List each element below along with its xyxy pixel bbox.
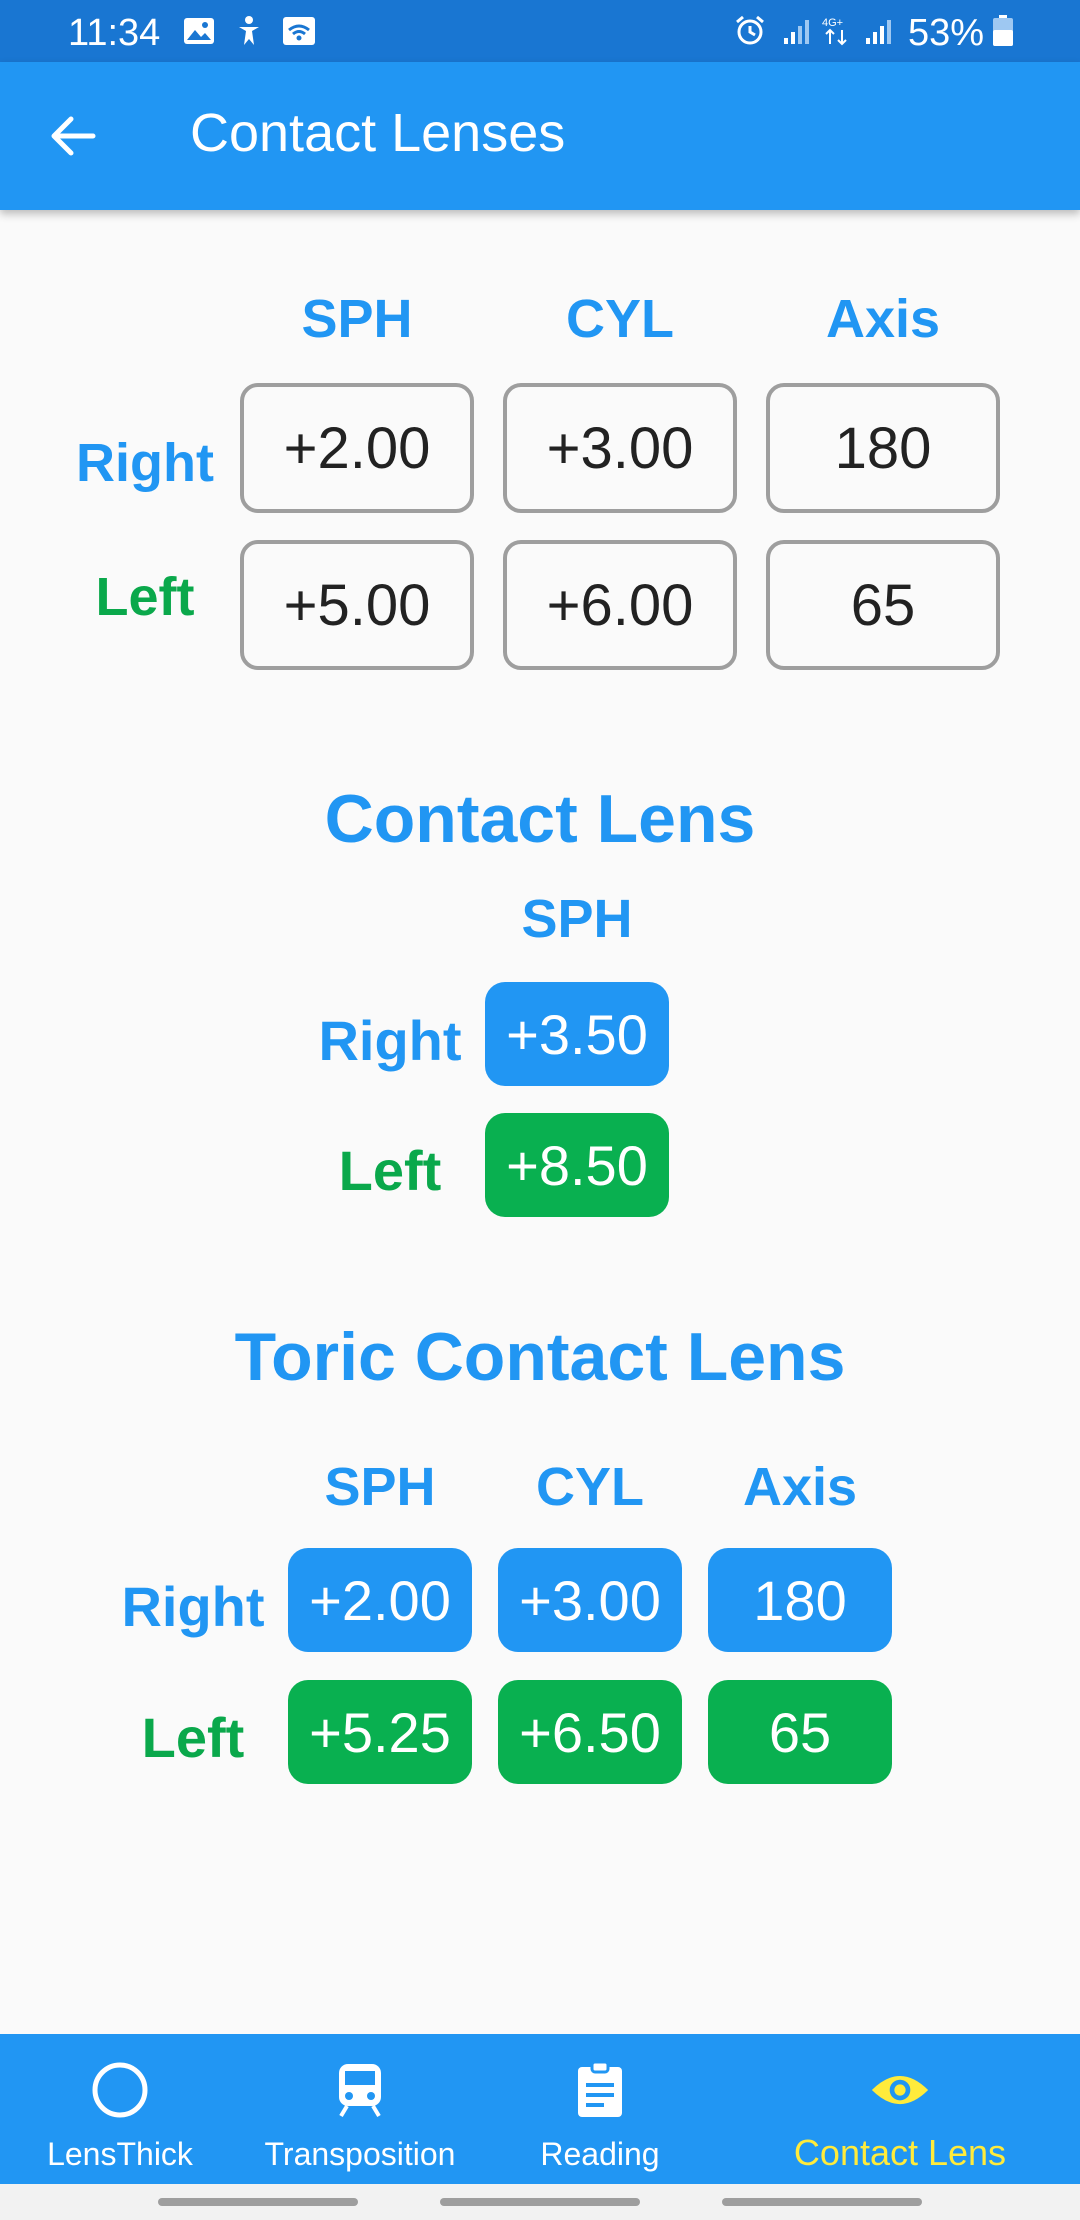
contact-lens-title: Contact Lens	[324, 781, 756, 857]
contact-lens-right-sph: +3.50	[485, 982, 669, 1086]
app-bar: Contact Lenses	[0, 62, 1080, 210]
toric-title: Toric Contact Lens	[234, 1319, 846, 1395]
signal-icon	[780, 14, 814, 48]
nav-item-contact-lens[interactable]: Contact Lens	[720, 2034, 1080, 2184]
battery-percent: 53%	[908, 12, 985, 54]
system-home-pill[interactable]	[440, 2198, 640, 2206]
wifi-hotspot-icon	[282, 14, 316, 48]
nav-item-lensthick[interactable]: LensThick	[0, 2034, 240, 2184]
left-cyl-input[interactable]: +6.00	[503, 540, 737, 670]
image-icon	[182, 14, 216, 48]
status-bar: 11:34 4G+ 53%	[0, 0, 1080, 62]
nav-label-transposition: Transposition	[264, 2136, 456, 2172]
battery-icon	[986, 14, 1020, 48]
input-header-sph: SPH	[301, 289, 413, 349]
toric-right-label: Right	[121, 1575, 265, 1638]
toric-right-axis: 180	[708, 1548, 892, 1652]
input-header-cyl: CYL	[566, 289, 674, 349]
system-back-pill[interactable]	[722, 2198, 922, 2206]
toric-left-cyl: +6.50	[498, 1680, 682, 1784]
nav-item-transposition[interactable]: Transposition	[240, 2034, 480, 2184]
right-axis-input[interactable]: 180	[766, 383, 1000, 513]
circle-icon	[90, 2060, 150, 2120]
system-nav-bar	[0, 2184, 1080, 2220]
contact-lens-left-label: Left	[338, 1139, 442, 1202]
contact-lens-left-sph: +8.50	[485, 1113, 669, 1217]
status-time: 11:34	[68, 12, 161, 54]
toric-left-label: Left	[141, 1706, 245, 1769]
bottom-nav: LensThick Transposition Reading Contact …	[0, 2034, 1080, 2184]
input-left-label: Left	[95, 567, 195, 627]
arrow-back-icon	[51, 116, 96, 156]
back-button[interactable]	[40, 107, 106, 165]
data-4g-icon: 4G+	[820, 14, 854, 48]
input-header-axis: Axis	[825, 289, 941, 349]
system-recents-pill[interactable]	[158, 2198, 358, 2206]
nav-label-lensthick: LensThick	[47, 2136, 193, 2172]
left-sph-input[interactable]: +5.00	[240, 540, 474, 670]
clipboard-icon	[570, 2060, 630, 2120]
toric-right-cyl: +3.00	[498, 1548, 682, 1652]
eye-icon	[870, 2060, 930, 2120]
right-cyl-input[interactable]: +3.00	[503, 383, 737, 513]
toric-header-cyl: CYL	[536, 1457, 644, 1517]
contact-lens-header-sph: SPH	[521, 889, 633, 949]
contact-lens-right-label: Right	[318, 1009, 462, 1072]
toric-left-sph: +5.25	[288, 1680, 472, 1784]
page-title: Contact Lenses	[190, 103, 566, 163]
toric-right-sph: +2.00	[288, 1548, 472, 1652]
toric-header-axis: Axis	[742, 1457, 858, 1517]
toric-header-sph: SPH	[324, 1457, 436, 1517]
svg-text:4G+: 4G+	[822, 17, 843, 29]
right-sph-input[interactable]: +2.00	[240, 383, 474, 513]
left-axis-input[interactable]: 65	[766, 540, 1000, 670]
signal-icon-2	[862, 14, 896, 48]
nav-label-contact-lens: Contact Lens	[793, 2132, 1007, 2173]
train-icon	[330, 2060, 390, 2120]
nav-label-reading: Reading	[540, 2136, 660, 2172]
nav-item-reading[interactable]: Reading	[480, 2034, 720, 2184]
accessibility-icon	[232, 14, 266, 48]
alarm-icon	[733, 14, 767, 48]
input-right-label: Right	[76, 433, 214, 493]
toric-left-axis: 65	[708, 1680, 892, 1784]
